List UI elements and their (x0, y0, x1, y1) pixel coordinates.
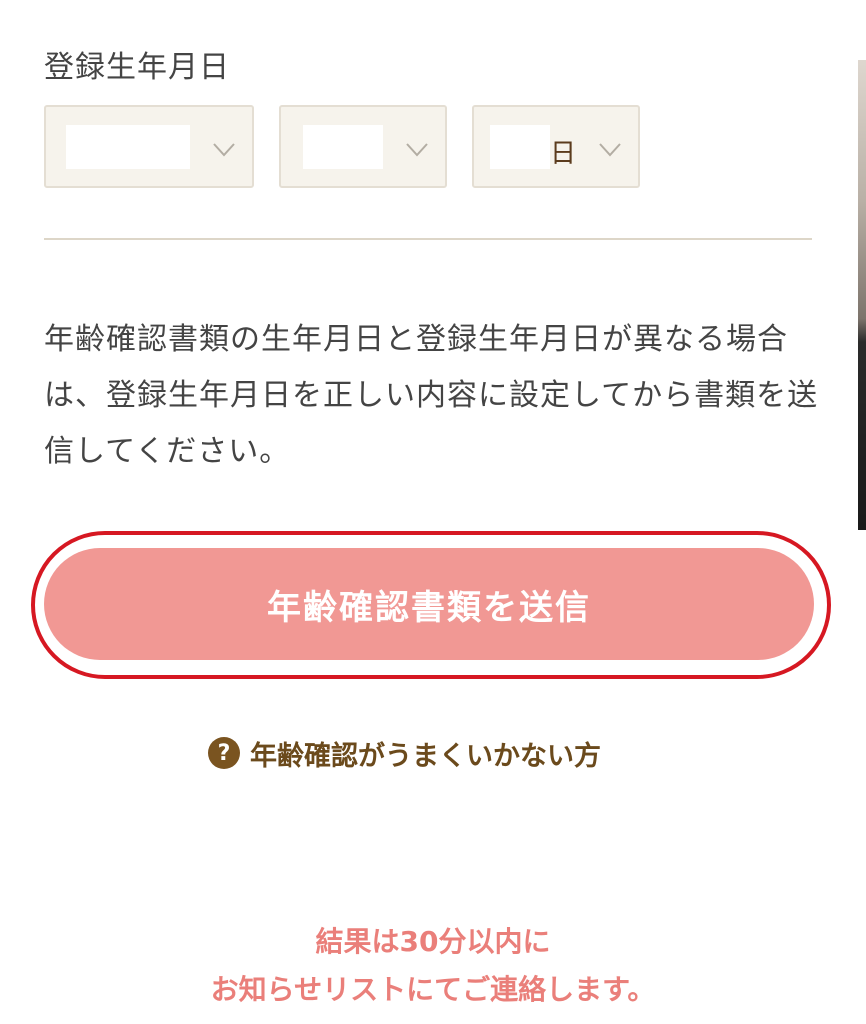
chevron-down-icon (599, 143, 621, 157)
result-notice: 結果は30分以内に お知らせリストにてご連絡します。 (0, 918, 866, 1014)
birthdate-label: 登録生年月日 (44, 50, 230, 85)
month-value-masked (303, 125, 383, 169)
chevron-down-icon (406, 143, 428, 157)
help-link-label: 年齢確認がうまくいかない方 (250, 740, 601, 772)
month-select[interactable] (279, 105, 447, 188)
day-suffix: 日 (550, 139, 577, 169)
day-select[interactable]: 日 (472, 105, 640, 188)
result-notice-line1: 結果は30分以内に (315, 925, 551, 958)
result-notice-line2: お知らせリストにてご連絡します。 (210, 973, 656, 1006)
age-verification-help-link[interactable]: ? 年齢確認がうまくいかない方 (208, 734, 601, 772)
chevron-down-icon (213, 143, 235, 157)
divider (44, 238, 812, 240)
birthdate-mismatch-notice: 年齢確認書類の生年月日と登録生年月日が異なる場合は、登録生年月日を正しい内容に設… (44, 322, 819, 469)
submit-age-verification-button[interactable]: 年齢確認書類を送信 (44, 548, 814, 660)
question-icon: ? (208, 737, 240, 769)
year-select[interactable] (44, 105, 254, 188)
day-value-masked (490, 125, 550, 169)
year-value-masked (66, 125, 190, 169)
side-image-strip (858, 60, 866, 530)
